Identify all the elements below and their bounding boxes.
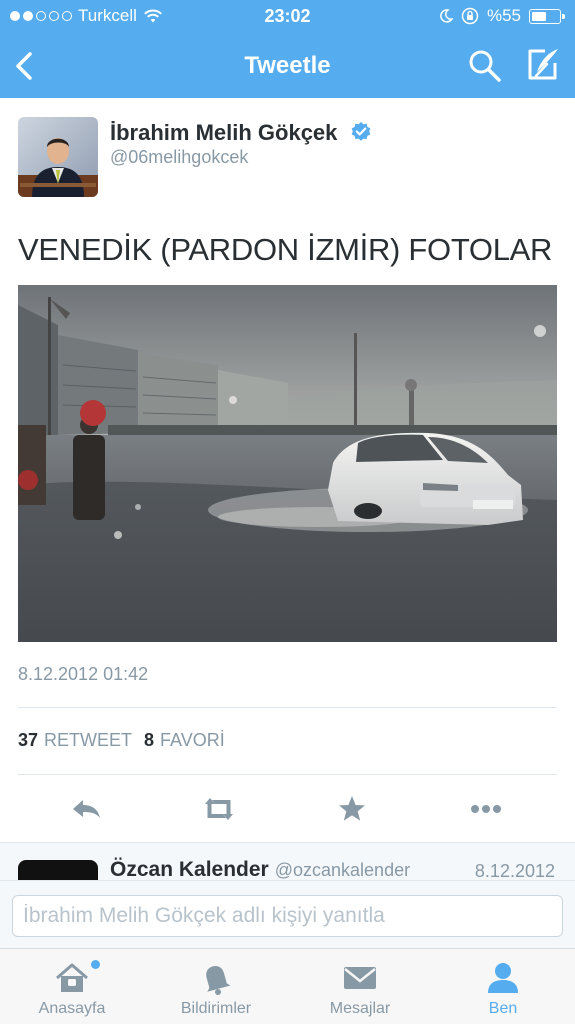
tab-label: Bildirimler (180, 1000, 252, 1017)
battery-percent: %55 (486, 6, 521, 25)
divider (18, 707, 557, 708)
tweet-actions (0, 790, 575, 828)
header: Turkcell 23:02 %55 Tweetle (0, 0, 575, 98)
tab-home[interactable]: Anasayfa (0, 949, 144, 1024)
author-name[interactable]: İbrahim Melih Gökçek (110, 120, 372, 146)
reply-date: 8.12.2012 (474, 861, 555, 881)
compose-icon[interactable] (525, 46, 561, 84)
divider (18, 774, 557, 775)
author-name-text: İbrahim Melih Gökçek (110, 120, 338, 145)
status-right: %55 (439, 6, 565, 26)
reply-icon[interactable] (66, 790, 106, 828)
more-icon[interactable] (466, 790, 506, 828)
reply-author-name: Özcan Kalender (110, 858, 269, 881)
tweet-text: VENEDİK (PARDON İZMİR) FOTOLAR (18, 232, 553, 267)
retweet-label: RETWEET (44, 730, 133, 750)
tweet-timestamp: 8.12.2012 01:42 (18, 664, 149, 684)
retweet-count: 37 (18, 730, 39, 750)
moon-icon (440, 9, 453, 23)
rotation-lock-icon (461, 7, 479, 25)
reply-author[interactable]: Özcan Kalender @ozcankalender (110, 858, 410, 882)
tab-notifications[interactable]: Bildirimler (144, 949, 288, 1024)
tweet-photo[interactable] (18, 285, 557, 642)
tab-label: Anasayfa (38, 1000, 106, 1017)
tab-label: Mesajlar (329, 1000, 391, 1017)
tab-bar: Anasayfa Bildirimler Mesajlar Ben (0, 948, 575, 1024)
author-photo (18, 117, 98, 197)
favorite-icon[interactable] (332, 790, 372, 828)
nav-bar: Tweetle (0, 34, 575, 98)
flooded-street-image (18, 285, 557, 642)
tab-me[interactable]: Ben (431, 949, 575, 1024)
bell-icon (206, 966, 231, 995)
reply-compose-bar (0, 880, 575, 948)
retweet-count-link[interactable]: 37 RETWEET (18, 730, 132, 751)
tweet-author[interactable]: İbrahim Melih Gökçek @06melihgokcek (18, 116, 558, 200)
favorite-count-link[interactable]: 8 FAVORİ (144, 730, 225, 751)
battery-icon (529, 8, 565, 24)
tweet-stats: 37 RETWEET 8 FAVORİ (18, 730, 233, 751)
author-handle[interactable]: @06melihgokcek (110, 147, 248, 168)
profile-icon (488, 963, 518, 993)
reply-input[interactable] (12, 895, 563, 937)
tab-messages[interactable]: Mesajlar (288, 949, 432, 1024)
avatar[interactable] (18, 117, 98, 197)
tab-label: Ben (488, 1000, 518, 1017)
envelope-icon (344, 967, 376, 989)
notification-dot (91, 960, 100, 969)
status-bar: Turkcell 23:02 %55 (0, 0, 575, 32)
favorite-label: FAVORİ (160, 730, 225, 750)
retweet-icon[interactable] (199, 790, 239, 828)
reply-author-handle: @ozcankalender (274, 860, 411, 880)
search-icon[interactable] (467, 48, 503, 84)
verified-badge-icon (351, 122, 370, 141)
home-icon (56, 963, 88, 992)
favorite-count: 8 (144, 730, 155, 750)
battery-fill (532, 11, 546, 21)
